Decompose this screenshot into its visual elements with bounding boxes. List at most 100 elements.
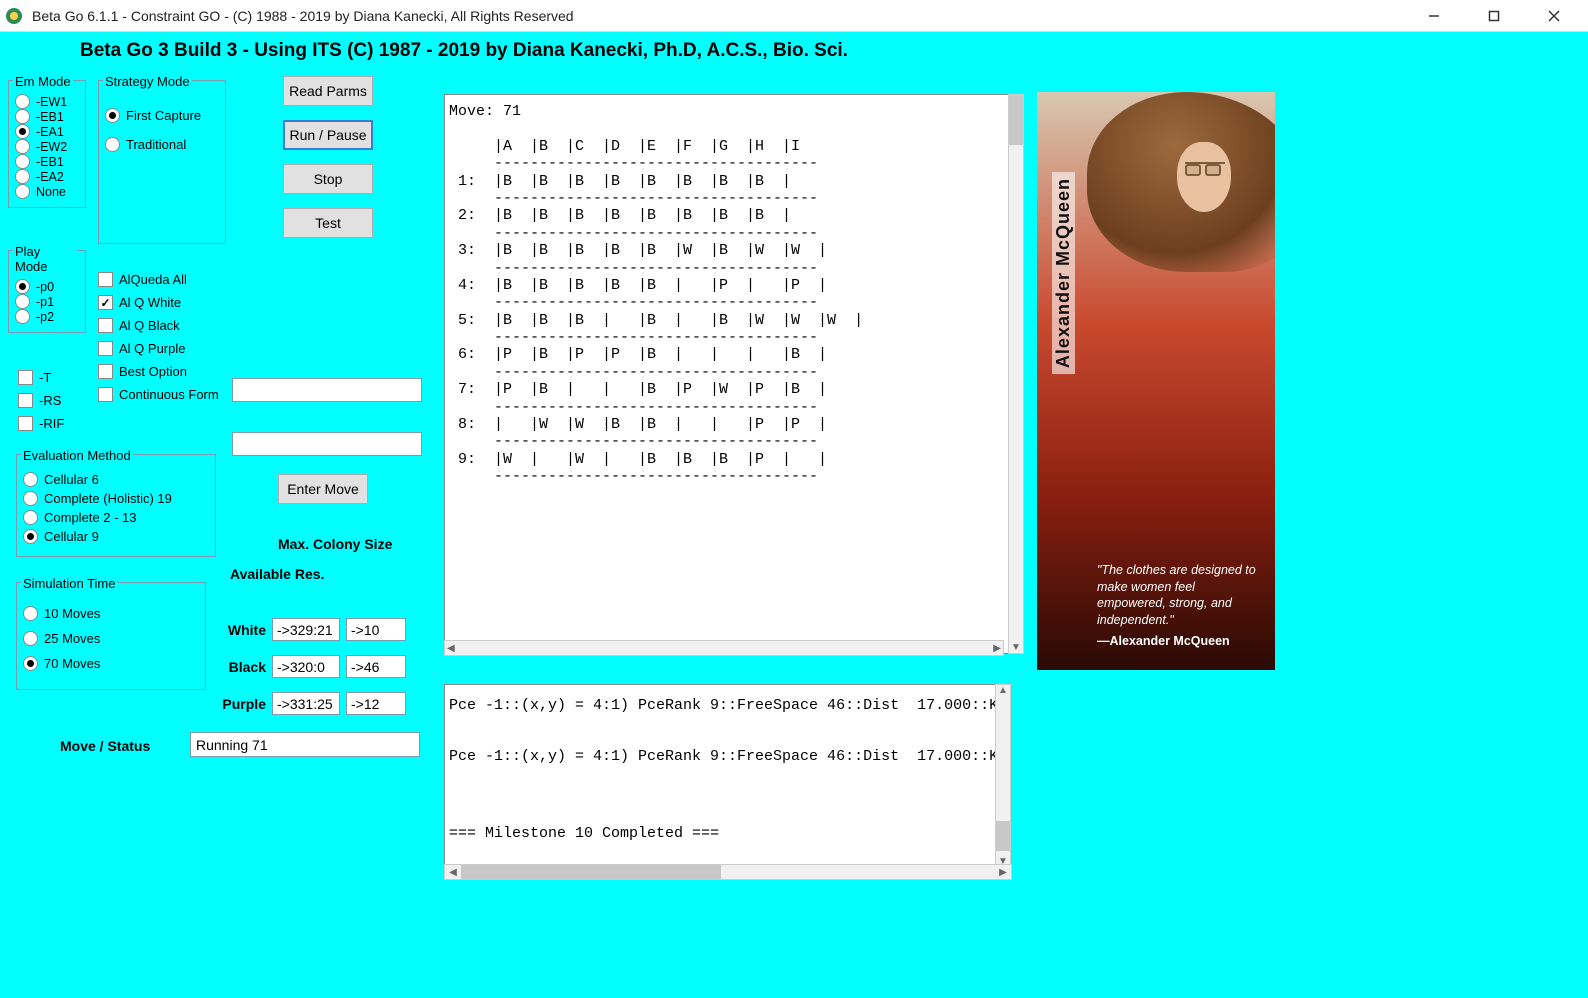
radio-icon[interactable] (15, 109, 30, 124)
check-alq-black[interactable]: Al Q Black (98, 318, 258, 333)
check-best-option[interactable]: Best Option (98, 364, 258, 379)
radio-icon[interactable] (23, 491, 38, 506)
text-input-2[interactable] (232, 432, 422, 456)
enter-move-button[interactable]: Enter Move (278, 474, 368, 504)
strategy-option-traditional[interactable]: Traditional (105, 137, 219, 152)
run-pause-button[interactable]: Run / Pause (283, 120, 373, 150)
check-alq-purple[interactable]: Al Q Purple (98, 341, 258, 356)
radio-icon[interactable] (23, 656, 38, 671)
scroll-down-icon[interactable]: ▼ (1009, 642, 1023, 653)
radio-icon[interactable] (15, 279, 30, 294)
eval-option-cellular-9[interactable]: Cellular 9 (23, 529, 209, 544)
eval-option-cellular-6[interactable]: Cellular 6 (23, 472, 209, 487)
app-icon (4, 6, 24, 26)
purple-input-a[interactable] (272, 692, 340, 715)
purple-label: Purple (200, 696, 266, 712)
radio-label: Cellular 9 (44, 529, 99, 544)
radio-icon[interactable] (23, 606, 38, 621)
radio-icon[interactable] (23, 510, 38, 525)
eval-option-complete-holistic-19[interactable]: Complete (Holistic) 19 (23, 491, 209, 506)
play-mode-option--p2[interactable]: -p2 (15, 309, 79, 324)
em-mode-option--ea2[interactable]: -EA2 (15, 169, 79, 184)
app-banner: Beta Go 3 Build 3 - Using ITS (C) 1987 -… (0, 32, 1588, 62)
scroll-left-icon[interactable]: ◀ (447, 643, 455, 654)
black-label: Black (200, 659, 266, 675)
text-input-1[interactable] (232, 378, 422, 402)
stop-button[interactable]: Stop (283, 164, 373, 194)
radio-label: First Capture (126, 108, 201, 123)
eval-option-complete-2-13[interactable]: Complete 2 - 13 (23, 510, 209, 525)
radio-icon[interactable] (23, 631, 38, 646)
radio-label: 25 Moves (44, 631, 100, 646)
em-mode-option--ew2[interactable]: -EW2 (15, 139, 79, 154)
side-image-quote: "The clothes are designed to make women … (1097, 562, 1263, 650)
white-label: White (200, 622, 266, 638)
resource-table: White Black Purple (200, 604, 406, 729)
white-input-b[interactable] (346, 618, 406, 641)
radio-icon[interactable] (15, 94, 30, 109)
window-titlebar: Beta Go 6.1.1 - Constraint GO - (C) 1988… (0, 0, 1588, 32)
radio-icon[interactable] (105, 108, 120, 123)
radio-icon[interactable] (15, 169, 30, 184)
em-mode-option--eb1[interactable]: -EB1 (15, 109, 79, 124)
log-scrollbar-horizontal[interactable]: ◀ ▶ (444, 864, 1012, 880)
radio-icon[interactable] (23, 529, 38, 544)
scroll-right-icon[interactable]: ▶ (993, 643, 1001, 654)
log-display[interactable]: Pce -1::(x,y) = 4:1) PceRank 9::FreeSpac… (444, 684, 998, 868)
radio-icon[interactable] (15, 124, 30, 139)
black-input-a[interactable] (272, 655, 340, 678)
maximize-button[interactable] (1464, 1, 1524, 31)
em-mode-option--eb1[interactable]: -EB1 (15, 154, 79, 169)
move-status-input[interactable] (190, 732, 420, 757)
close-button[interactable] (1524, 1, 1584, 31)
board-scrollbar-vertical[interactable]: ▲ ▼ (1008, 94, 1024, 654)
radio-icon[interactable] (105, 137, 120, 152)
check-rs[interactable]: -RS (18, 393, 64, 408)
side-image-label: Alexander McQueen (1052, 172, 1075, 374)
simulation-time-group: Simulation Time 10 Moves25 Moves70 Moves (16, 582, 206, 690)
scroll-left-icon[interactable]: ◀ (445, 867, 461, 878)
scroll-thumb[interactable] (1009, 95, 1023, 145)
check-alq-white[interactable]: Al Q White (98, 295, 258, 310)
test-button[interactable]: Test (283, 208, 373, 238)
white-input-a[interactable] (272, 618, 340, 641)
em-mode-option-none[interactable]: None (15, 184, 79, 199)
strategy-option-first-capture[interactable]: First Capture (105, 108, 219, 123)
board-scrollbar-horizontal[interactable]: ◀▶ (444, 640, 1004, 656)
scroll-thumb[interactable] (996, 821, 1010, 851)
purple-input-b[interactable] (346, 692, 406, 715)
scroll-thumb[interactable] (461, 865, 721, 879)
radio-icon[interactable] (23, 472, 38, 487)
em-mode-group: Em Mode -EW1-EB1-EA1-EW2-EB1-EA2None (8, 80, 86, 208)
minimize-button[interactable] (1404, 1, 1464, 31)
scroll-right-icon[interactable]: ▶ (995, 867, 1011, 878)
sim-option-70-moves[interactable]: 70 Moves (23, 656, 199, 671)
play-mode-option--p0[interactable]: -p0 (15, 279, 79, 294)
radio-label: -EB1 (36, 110, 64, 124)
radio-icon[interactable] (15, 309, 30, 324)
black-input-b[interactable] (346, 655, 406, 678)
radio-label: Cellular 6 (44, 472, 99, 487)
radio-icon[interactable] (15, 184, 30, 199)
radio-icon[interactable] (15, 154, 30, 169)
play-mode-group: Play Mode -p0-p1-p2 (8, 250, 86, 333)
strategy-mode-group: Strategy Mode First CaptureTraditional (98, 80, 226, 244)
sim-option-25-moves[interactable]: 25 Moves (23, 631, 199, 646)
em-mode-title: Em Mode (13, 74, 73, 89)
board-display[interactable]: Move: 71 |A |B |C |D |E |F |G |H |I ----… (444, 94, 1014, 654)
read-parms-button[interactable]: Read Parms (283, 76, 373, 106)
radio-icon[interactable] (15, 294, 30, 309)
scroll-up-icon[interactable]: ▲ (996, 685, 1010, 696)
em-mode-option--ew1[interactable]: -EW1 (15, 94, 79, 109)
flag-check-stack: -T -RS -RIF (18, 362, 64, 439)
check-rif[interactable]: -RIF (18, 416, 64, 431)
log-scrollbar-vertical[interactable]: ▲ ▼ (995, 684, 1011, 868)
em-mode-option--ea1[interactable]: -EA1 (15, 124, 79, 139)
check-alqueda-all[interactable]: AlQueda All (98, 272, 258, 287)
evaluation-method-title: Evaluation Method (21, 448, 133, 463)
play-mode-option--p1[interactable]: -p1 (15, 294, 79, 309)
check-t[interactable]: -T (18, 370, 64, 385)
sim-option-10-moves[interactable]: 10 Moves (23, 606, 199, 621)
radio-label: 70 Moves (44, 656, 100, 671)
radio-icon[interactable] (15, 139, 30, 154)
